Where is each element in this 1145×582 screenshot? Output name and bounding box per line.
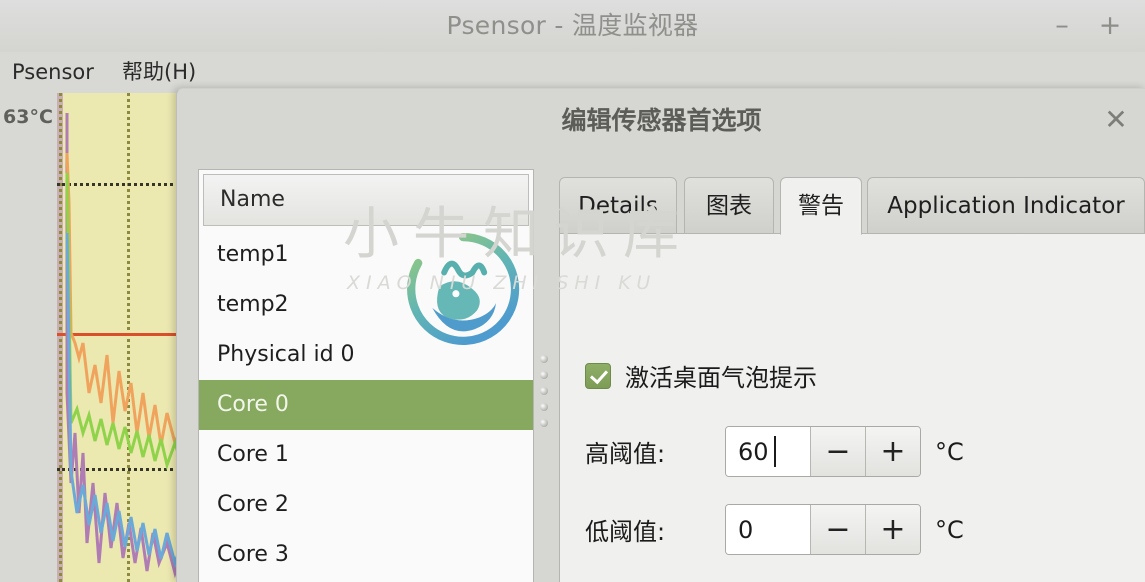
list-item[interactable]: temp2 bbox=[199, 280, 533, 330]
app-root: Psensor - 温度监视器 – + Psensor 帮助(H) 63°C 编… bbox=[0, 0, 1145, 582]
high-threshold-label: 高阈值: bbox=[585, 440, 666, 468]
desktop-notification-row[interactable]: 激活桌面气泡提示 bbox=[585, 358, 817, 393]
checkbox-checked-icon[interactable] bbox=[585, 362, 611, 389]
low-threshold-input[interactable]: 0 bbox=[726, 505, 810, 554]
graph-top-temperature-label: 63°C bbox=[3, 106, 53, 128]
low-threshold-unit: °C bbox=[935, 515, 964, 544]
high-threshold-decrement-button[interactable]: − bbox=[810, 427, 865, 476]
handle-dot-icon bbox=[540, 371, 548, 379]
menubar: Psensor 帮助(H) bbox=[0, 52, 1145, 93]
high-threshold-value: 60 bbox=[738, 437, 769, 466]
maximize-button[interactable]: + bbox=[1093, 10, 1127, 44]
high-threshold-row: 高阈值: 60 − + °C bbox=[585, 426, 964, 477]
low-threshold-value: 0 bbox=[738, 515, 754, 544]
menu-item-help[interactable]: 帮助(H) bbox=[122, 52, 196, 93]
tab-details[interactable]: Details bbox=[559, 177, 677, 235]
tab-bar: Details 图表 警告 Application Indicator bbox=[559, 177, 1145, 235]
sensor-list-body: temp1 temp2 Physical id 0 Core 0 Core 1 … bbox=[199, 230, 533, 582]
close-icon[interactable]: ✕ bbox=[1098, 103, 1134, 139]
sensor-list-header[interactable]: Name bbox=[203, 174, 529, 226]
window-title: Psensor - 温度监视器 bbox=[446, 11, 699, 40]
tab-alarm[interactable]: 警告 bbox=[780, 177, 862, 235]
list-item[interactable]: temp1 bbox=[199, 230, 533, 280]
window-titlebar: Psensor - 温度监视器 – + bbox=[0, 0, 1145, 53]
high-threshold-stepper[interactable]: 60 − + bbox=[725, 426, 921, 477]
low-threshold-row: 低阈值: 0 − + °C bbox=[585, 504, 964, 555]
tab-application-indicator[interactable]: Application Indicator bbox=[867, 177, 1145, 235]
list-item[interactable]: Core 2 bbox=[199, 480, 533, 530]
low-threshold-label: 低阈值: bbox=[585, 518, 666, 546]
high-threshold-input[interactable]: 60 bbox=[726, 427, 810, 476]
high-threshold-increment-button[interactable]: + bbox=[865, 427, 920, 476]
pane-separator-handle[interactable] bbox=[537, 169, 551, 582]
handle-dot-icon bbox=[540, 419, 548, 427]
desktop-notification-label: 激活桌面气泡提示 bbox=[625, 364, 817, 392]
tab-chart[interactable]: 图表 bbox=[684, 177, 774, 235]
low-threshold-stepper[interactable]: 0 − + bbox=[725, 504, 921, 555]
handle-dot-icon bbox=[540, 403, 548, 411]
low-threshold-increment-button[interactable]: + bbox=[865, 505, 920, 554]
text-cursor bbox=[774, 436, 776, 467]
list-item[interactable]: Physical id 0 bbox=[199, 330, 533, 380]
alarm-tab-panel: 激活桌面气泡提示 高阈值: 60 − + °C 低阈值: 0 − + °C bbox=[559, 233, 1145, 582]
list-item[interactable]: Core 1 bbox=[199, 430, 533, 480]
handle-dot-icon bbox=[540, 355, 548, 363]
edit-sensor-preferences-dialog: 编辑传感器首选项 ✕ Name temp1 temp2 Physical id … bbox=[176, 88, 1145, 582]
sensor-list: Name temp1 temp2 Physical id 0 Core 0 Co… bbox=[198, 169, 534, 582]
menu-item-psensor[interactable]: Psensor bbox=[12, 52, 94, 93]
list-item[interactable]: Core 3 bbox=[199, 530, 533, 580]
minimize-button[interactable]: – bbox=[1045, 10, 1079, 44]
column-header-name: Name bbox=[220, 187, 285, 212]
dialog-title: 编辑传感器首选项 bbox=[561, 106, 762, 135]
handle-dot-icon bbox=[540, 387, 548, 395]
low-threshold-decrement-button[interactable]: − bbox=[810, 505, 865, 554]
high-threshold-unit: °C bbox=[935, 437, 964, 466]
list-item-selected[interactable]: Core 0 bbox=[199, 380, 533, 430]
